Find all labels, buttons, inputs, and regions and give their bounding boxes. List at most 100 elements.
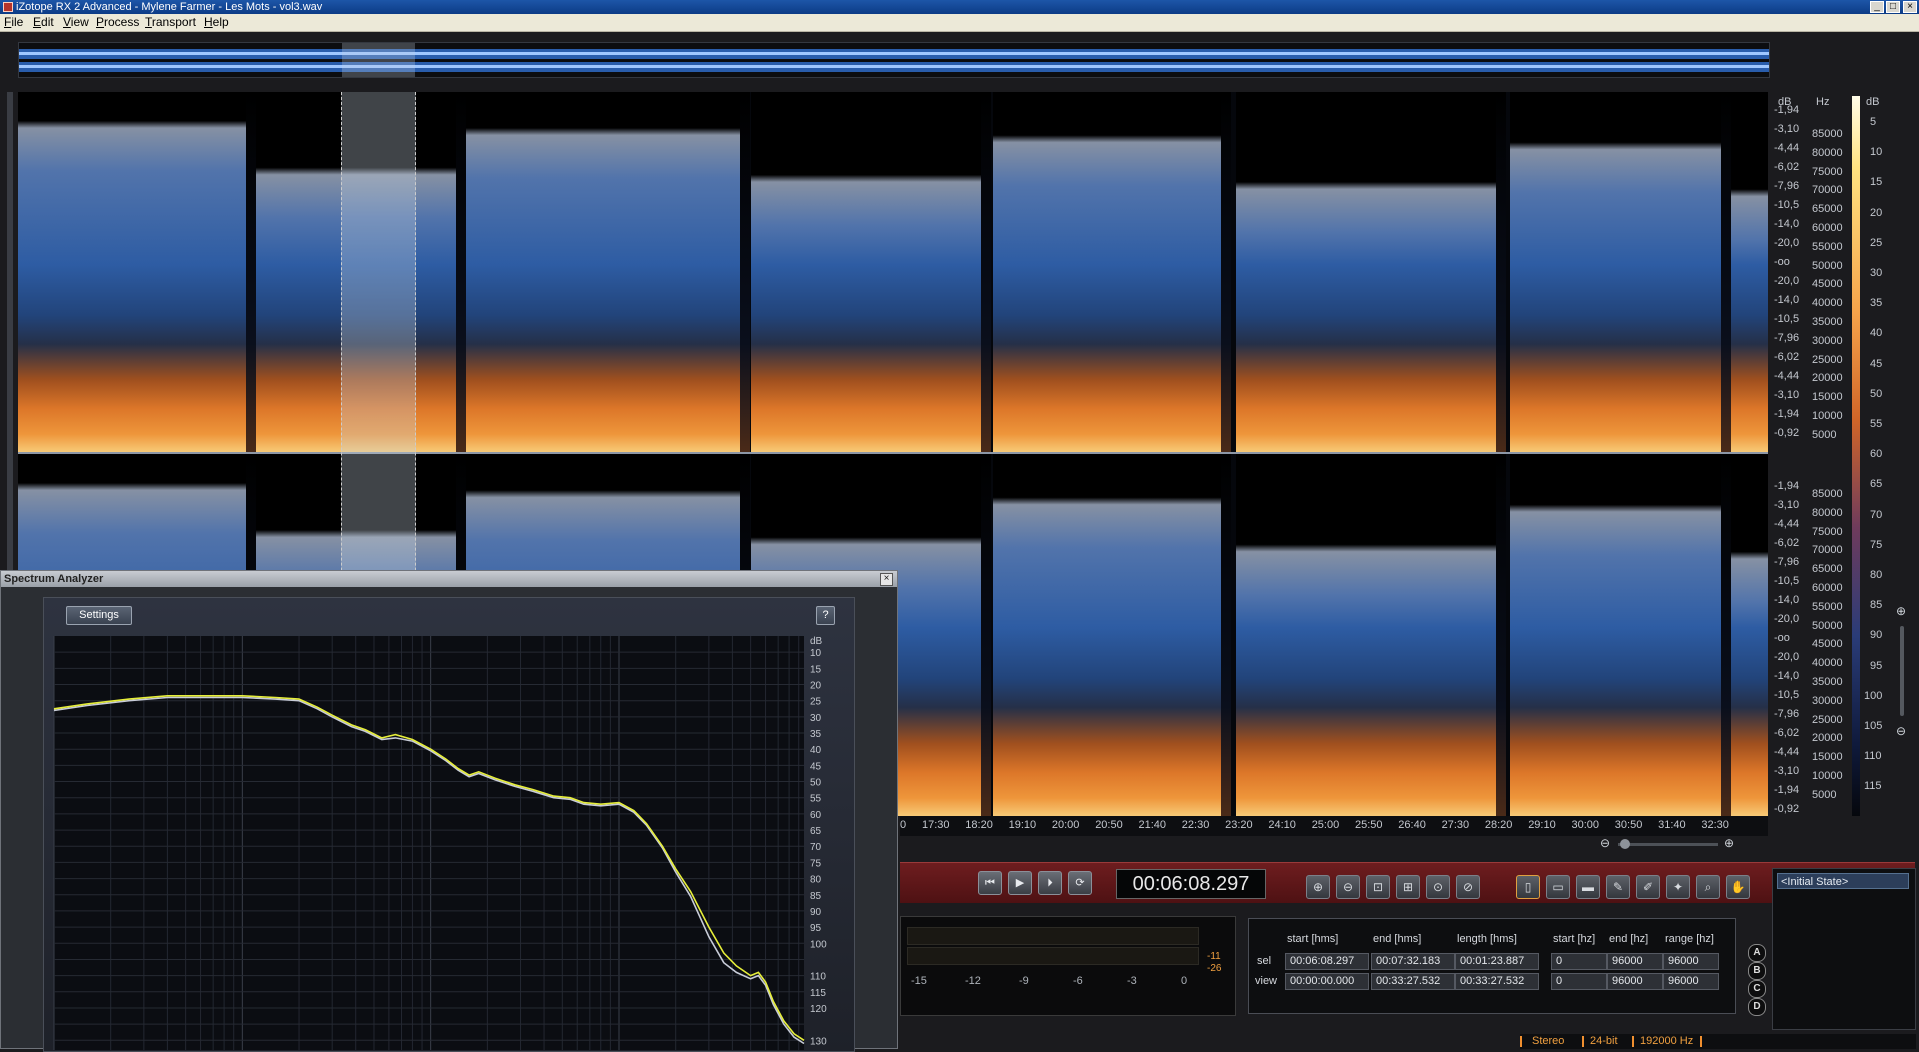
menu-view[interactable]: View [63, 14, 89, 31]
spectrogram-gap [1496, 92, 1506, 452]
hz-scale-label: 60000 [1812, 222, 1843, 234]
zoom-selection-icon[interactable]: ⊡ [1366, 875, 1390, 899]
color-db-label: 100 [1864, 689, 1883, 702]
hz-scale-label: 75000 [1812, 525, 1843, 538]
color-db-label: 75 [1870, 538, 1883, 551]
zoom-out-icon[interactable]: ⊖ [1600, 836, 1610, 850]
zoom-track[interactable] [1618, 843, 1718, 846]
minimize-button[interactable]: _ [1870, 1, 1884, 13]
hz-scale-label: 5000 [1812, 788, 1837, 801]
snapshot-d-button[interactable]: D [1748, 998, 1766, 1016]
db-scale-label: -7,96 [1774, 708, 1800, 720]
db-scale-label: -20,0 [1774, 651, 1800, 663]
db-scale-label: -7,96 [1774, 332, 1800, 344]
timeline-ruler[interactable]: 0 17:30 18:20 19:10 20:00 20:50 21:40 22:30 23:2… [900, 816, 1768, 836]
history-item[interactable]: <Initial State> [1777, 873, 1909, 889]
sel-value-field[interactable]: 00:01:23.887 [1455, 953, 1539, 970]
db-scale-label: -10,5 [1774, 689, 1800, 701]
lasso-tool-icon[interactable]: ✎ [1606, 875, 1630, 899]
close-button[interactable]: × [1903, 1, 1917, 13]
time-select-tool-icon[interactable]: ▯ [1516, 875, 1540, 899]
snapshot-b-button[interactable]: B [1748, 962, 1766, 980]
hz-scale-label: 70000 [1812, 184, 1843, 197]
meter-scale-label: -3 [1127, 975, 1137, 987]
spectrum-analyzer-close-button[interactable]: × [880, 573, 893, 586]
spectrogram-gap [1221, 454, 1231, 816]
db-scale-label: -4,44 [1774, 746, 1800, 758]
sel-value-field[interactable]: 0 [1551, 953, 1607, 970]
chart-y-tick-label: 80 [810, 875, 822, 886]
timeline-label: 18:20 [965, 819, 993, 831]
db-scale-label: -20,0 [1774, 613, 1800, 625]
view-value-field[interactable]: 96000 [1663, 973, 1719, 990]
timeline-label: 23:20 [1225, 819, 1253, 831]
view-label: view [1255, 975, 1278, 987]
sel-value-field[interactable]: 00:07:32.183 [1371, 953, 1455, 970]
zoom-handle[interactable] [1620, 839, 1630, 849]
view-value-field[interactable]: 00:00:00.000 [1285, 973, 1369, 990]
timeline-label: 25:50 [1355, 819, 1383, 831]
color-db-label: 15 [1870, 176, 1883, 189]
snapshot-c-button[interactable]: C [1748, 980, 1766, 998]
timeline-label: 22:30 [1181, 819, 1210, 831]
hz-scale-label: 55000 [1812, 600, 1843, 613]
zoom-in-icon[interactable]: ⊕ [1724, 836, 1734, 850]
spectrogram-gap [981, 92, 991, 452]
horizontal-zoom-bar[interactable]: ⊖ ⊕ [1600, 836, 1740, 852]
menu-file[interactable]: File [4, 14, 23, 31]
view-value-field[interactable]: 00:33:27.532 [1455, 973, 1539, 990]
timeline-label: 30:00 [1571, 819, 1600, 831]
hz-scale-label: 10000 [1812, 770, 1843, 782]
zoom-time-icon[interactable]: ⊙ [1426, 875, 1450, 899]
spectrum-analyzer-title[interactable]: Spectrum Analyzer [1, 571, 897, 587]
waveform-overview[interactable] [18, 42, 1770, 78]
vertical-zoom-in-icon[interactable]: ⊕ [1896, 604, 1910, 618]
db-scale-label: -10,5 [1774, 199, 1800, 211]
menu-transport[interactable]: Transport [145, 14, 196, 31]
loop-button[interactable]: ⟳ [1068, 871, 1092, 895]
zoom-frequency-icon[interactable]: ⊘ [1456, 875, 1480, 899]
menu-help[interactable]: Help [204, 14, 229, 31]
db-scale-label: -6,02 [1774, 161, 1800, 173]
sel-value-field[interactable]: 00:06:08.297 [1285, 953, 1369, 970]
zoom-out-tool-icon[interactable]: ⊖ [1336, 875, 1360, 899]
view-value-field[interactable]: 96000 [1607, 973, 1663, 990]
chart-y-tick-label: 65 [810, 826, 822, 837]
rewind-button[interactable]: ⏮ [978, 871, 1002, 895]
vertical-zoom-slider[interactable] [1900, 626, 1904, 716]
wand-tool-icon[interactable]: ✦ [1666, 875, 1690, 899]
db-scale-label: -14,0 [1774, 594, 1800, 606]
color-db-label: 35 [1870, 297, 1883, 310]
hz-scale-label: 20000 [1812, 732, 1843, 745]
db-scale-label: -6,02 [1774, 537, 1800, 549]
maximize-button[interactable]: □ [1886, 1, 1900, 13]
zoom-fit-icon[interactable]: ⊞ [1396, 875, 1420, 899]
play-button[interactable]: ▶ [1008, 871, 1032, 895]
zoom-in-tool-icon[interactable]: ⊕ [1306, 875, 1330, 899]
db-scale-label: -7,96 [1774, 180, 1800, 192]
hand-tool-icon[interactable]: ✋ [1726, 875, 1750, 899]
db-scale-label: -1,94 [1774, 104, 1800, 116]
db-scale-label: -20,0 [1774, 237, 1800, 249]
view-value-field[interactable]: 00:33:27.532 [1371, 973, 1455, 990]
help-button[interactable]: ? [816, 606, 835, 625]
sel-value-field[interactable]: 96000 [1607, 953, 1663, 970]
timeline-label: 19:10 [1008, 819, 1037, 831]
color-db-label: 30 [1870, 267, 1883, 279]
freq-select-tool-icon[interactable]: ▬ [1576, 875, 1600, 899]
hz-scale-label: 60000 [1812, 582, 1843, 594]
menu-process[interactable]: Process [96, 14, 139, 31]
brush-tool-icon[interactable]: ✐ [1636, 875, 1660, 899]
color-db-label: 65 [1870, 478, 1883, 491]
hz-scale-label: 75000 [1812, 165, 1843, 178]
sel-value-field[interactable]: 96000 [1663, 953, 1719, 970]
snapshot-a-button[interactable]: A [1748, 944, 1766, 962]
vertical-zoom-out-icon[interactable]: ⊖ [1896, 724, 1910, 738]
view-value-field[interactable]: 0 [1551, 973, 1607, 990]
menu-edit[interactable]: Edit [33, 14, 54, 31]
settings-button[interactable]: Settings [66, 606, 132, 625]
magnify-tool-icon[interactable]: ⌕ [1696, 875, 1720, 899]
play-selection-button[interactable]: ⏵ [1038, 871, 1062, 895]
db-scale-label: -4,44 [1774, 518, 1800, 530]
rect-select-tool-icon[interactable]: ▭ [1546, 875, 1570, 899]
